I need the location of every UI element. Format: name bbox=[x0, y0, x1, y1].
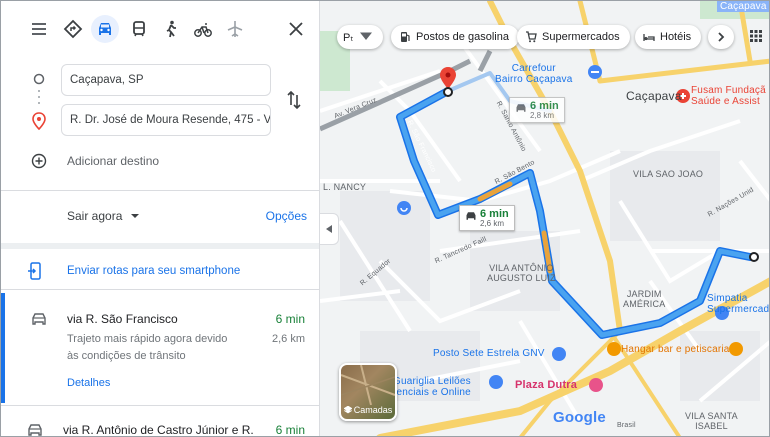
label-cacapava-top: Caçapava bbox=[717, 1, 769, 12]
satellite-thumbnail bbox=[341, 365, 395, 406]
label-nancy: L. NANCY bbox=[323, 182, 367, 192]
send-to-phone-button[interactable]: Enviar rotas para seu smartphone bbox=[1, 257, 319, 285]
chip-hotels[interactable]: Hotéis bbox=[635, 25, 702, 49]
label-vila-santa: VILA SANTA ISABEL bbox=[685, 411, 738, 431]
poi-hangar-icon bbox=[607, 342, 621, 356]
poi-guariglia-icon bbox=[489, 375, 503, 389]
label-jardim-america: JARDIM AMÉRICA bbox=[623, 289, 666, 309]
phone-send-icon bbox=[28, 262, 41, 280]
walk-icon[interactable] bbox=[157, 15, 185, 43]
google-logo: Google bbox=[553, 409, 606, 426]
poi-blue-pin-icon bbox=[397, 201, 411, 215]
route-callout-1[interactable]: 6 min 2,6 km bbox=[459, 205, 515, 231]
poi-carrefour-icon bbox=[588, 65, 602, 79]
label-vila-antonio: VILA ANTÔNIO AUGUSTO LUIZ bbox=[487, 263, 556, 283]
route-option-1[interactable]: via R. São Francisco 6 min Trajeto mais … bbox=[1, 293, 319, 403]
layers-label: Camadas bbox=[341, 405, 395, 415]
map-footer-brasil: Brasil bbox=[617, 422, 636, 429]
add-circle-icon bbox=[31, 153, 47, 169]
cart-icon bbox=[526, 31, 537, 43]
send-to-phone-label: Enviar rotas para seu smartphone bbox=[67, 265, 241, 277]
chevron-right-icon bbox=[718, 32, 725, 42]
callout-distance: 2,8 km bbox=[530, 111, 555, 120]
dropdown-arrow-icon bbox=[131, 214, 140, 218]
options-button[interactable]: Opções bbox=[266, 209, 307, 223]
car-icon bbox=[32, 313, 46, 325]
label-hangar: Hangar bar e petiscaria bbox=[621, 344, 730, 355]
route-distance: 2,6 km bbox=[271, 333, 305, 345]
divider bbox=[1, 289, 319, 290]
label-guariglia: Guariglia Leilões renciais e Online bbox=[393, 376, 471, 398]
poi-posto-icon bbox=[552, 347, 566, 361]
gas-station-icon bbox=[401, 32, 410, 42]
depart-label: Sair agora bbox=[67, 209, 123, 223]
chips-next-button[interactable] bbox=[708, 25, 734, 49]
route-details-link[interactable]: Detalhes bbox=[67, 377, 110, 389]
app-frame: Caçapava, SP R. Dr. José de Moura Resend… bbox=[0, 0, 770, 437]
chip-supermarkets[interactable]: Supermercados bbox=[517, 25, 630, 49]
car-icon bbox=[516, 104, 526, 112]
flight-icon[interactable] bbox=[221, 15, 249, 43]
origin-marker-icon bbox=[749, 252, 759, 262]
car-icon[interactable] bbox=[91, 15, 119, 43]
destination-input[interactable]: R. Dr. José de Moura Resende, 475 - Vera bbox=[61, 104, 271, 136]
transit-icon[interactable] bbox=[125, 15, 153, 43]
chip-partial-label: Pₜ bbox=[343, 31, 354, 44]
car-icon bbox=[466, 212, 476, 220]
hotel-bed-icon bbox=[643, 34, 655, 41]
poi-plaza-icon bbox=[589, 378, 603, 392]
layers-button[interactable]: Camadas bbox=[339, 363, 397, 421]
poi-hangar2-icon bbox=[729, 342, 743, 356]
directions-panel: Caçapava, SP R. Dr. José de Moura Resend… bbox=[1, 1, 320, 436]
route-callout-2[interactable]: 6 min 2,8 km bbox=[509, 97, 565, 123]
close-icon[interactable] bbox=[285, 18, 307, 40]
label-simpatia: Simpatia Supermercado bbox=[707, 293, 770, 315]
route-name: via R. São Francisco bbox=[67, 312, 178, 326]
collapse-panel-button[interactable] bbox=[320, 213, 339, 245]
add-destination-button[interactable]: Adicionar destino bbox=[31, 151, 159, 171]
label-posto: Posto Sete Estrela GNV bbox=[433, 348, 545, 359]
callout-distance: 2,6 km bbox=[480, 219, 505, 228]
car-icon bbox=[28, 424, 42, 436]
label-fusam: Fusam Fundaçã Saúde e Assist bbox=[691, 85, 766, 107]
route-time: 6 min bbox=[275, 423, 305, 436]
add-destination-label: Adicionar destino bbox=[67, 154, 160, 168]
chip-gas-stations-label: Postos de gasolina bbox=[416, 31, 509, 43]
apps-grid-icon[interactable] bbox=[749, 29, 763, 43]
bike-icon[interactable] bbox=[189, 15, 217, 43]
origin-dot-icon bbox=[33, 73, 45, 85]
depart-time-dropdown[interactable]: Sair agora bbox=[67, 209, 140, 223]
directions-icon[interactable] bbox=[59, 15, 87, 43]
label-vila-sao-joao: VILA SAO JOAO bbox=[633, 169, 704, 179]
caret-left-icon bbox=[326, 225, 332, 233]
dropdown-arrow-icon bbox=[359, 32, 372, 40]
swap-icon[interactable] bbox=[284, 89, 304, 111]
chip-partial[interactable]: Pₜ bbox=[337, 25, 383, 49]
origin-input[interactable]: Caçapava, SP bbox=[61, 64, 271, 96]
label-cacapava: Caçapava bbox=[626, 89, 682, 103]
divider bbox=[1, 190, 319, 191]
travel-mode-bar bbox=[1, 1, 319, 57]
chip-hotels-label: Hotéis bbox=[660, 31, 692, 43]
route-time: 6 min bbox=[275, 312, 305, 326]
chip-supermarkets-label: Supermercados bbox=[542, 31, 620, 43]
layers-icon bbox=[343, 405, 353, 414]
label-carrefour: Carrefour Bairro Caçapava bbox=[495, 63, 573, 85]
route-description: Trajeto mais rápido agora devido às cond… bbox=[67, 333, 228, 362]
route-name: via R. Antônio de Castro Júnior e R. bbox=[63, 423, 254, 436]
section-separator bbox=[1, 243, 319, 249]
menu-icon[interactable] bbox=[25, 15, 53, 43]
chip-gas-stations[interactable]: Postos de gasolina bbox=[391, 25, 519, 49]
label-plaza: Plaza Dutra bbox=[515, 379, 578, 391]
route-option-2[interactable]: via R. Antônio de Castro Júnior e R. 6 m… bbox=[1, 406, 319, 436]
